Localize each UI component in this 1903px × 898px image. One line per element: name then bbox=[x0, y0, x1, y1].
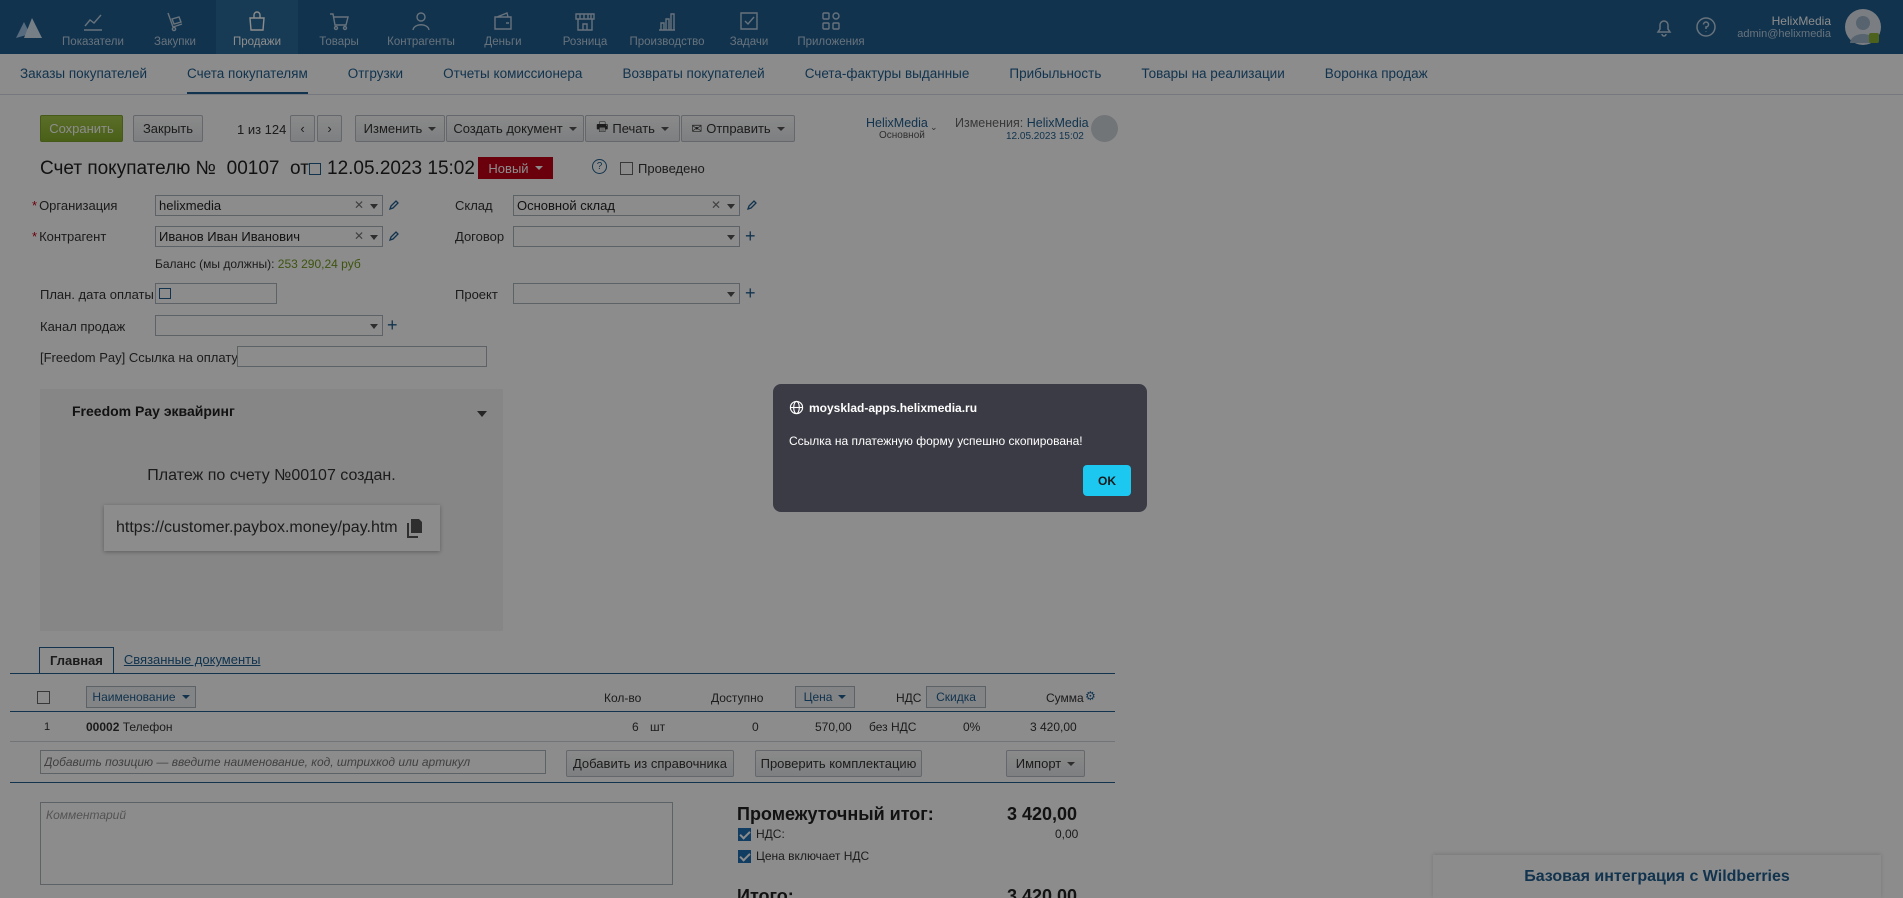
globe-icon bbox=[789, 400, 804, 415]
dialog-origin-text: moysklad-apps.helixmedia.ru bbox=[809, 400, 978, 415]
dialog-origin: moysklad-apps.helixmedia.ru bbox=[789, 400, 977, 415]
ok-button[interactable]: OK bbox=[1083, 465, 1131, 496]
alert-dialog: moysklad-apps.helixmedia.ru Ссылка на пл… bbox=[773, 384, 1147, 512]
dialog-message: Ссылка на платежную форму успешно скопир… bbox=[789, 434, 1083, 448]
